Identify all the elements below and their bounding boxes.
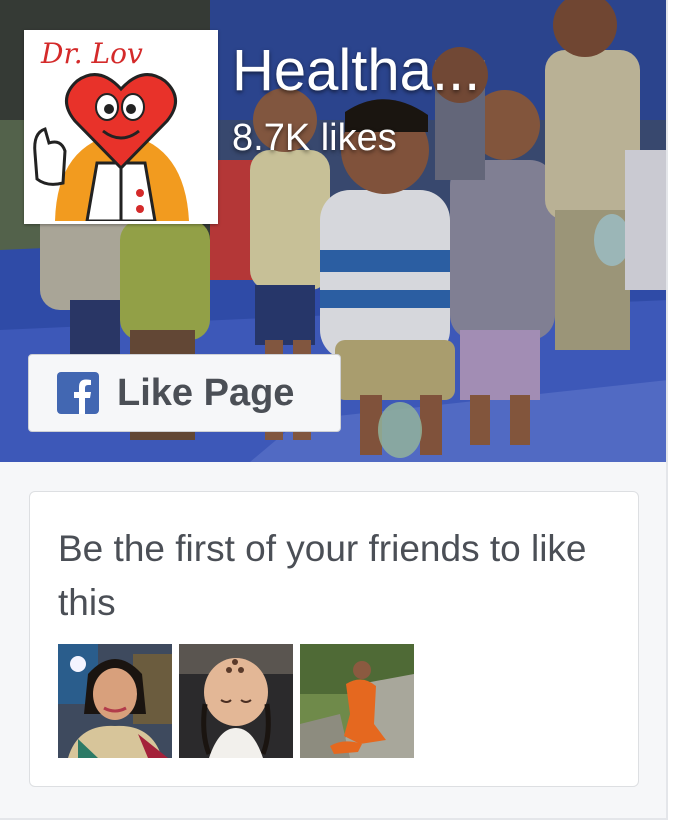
like-page-button[interactable]: Like Page — [28, 354, 341, 432]
friends-social-context: Be the first of your friends to like thi… — [29, 491, 639, 787]
cover-photo[interactable]: Dr. Lov Healtha... 8.7K likes Like Page — [0, 0, 666, 462]
page-profile-logo[interactable]: Dr. Lov — [24, 30, 218, 224]
svg-text:Dr. Lov: Dr. Lov — [40, 37, 143, 70]
facebook-page-plugin: Dr. Lov Healtha... 8.7K likes Like Page … — [0, 0, 668, 820]
page-likes-count: 8.7K likes — [232, 117, 397, 159]
like-page-label: Like Page — [117, 371, 295, 414]
friend-avatar-monk[interactable] — [300, 644, 414, 758]
friend-avatar-baby[interactable] — [179, 644, 293, 758]
friends-facepile — [58, 644, 414, 758]
dr-love-heart-logo: Dr. Lov — [27, 33, 215, 223]
page-name-link[interactable]: Healtha... — [232, 38, 522, 104]
friend-avatar-woman[interactable] — [58, 644, 172, 758]
facebook-f-icon — [57, 372, 99, 414]
friends-message: Be the first of your friends to like thi… — [58, 528, 587, 623]
